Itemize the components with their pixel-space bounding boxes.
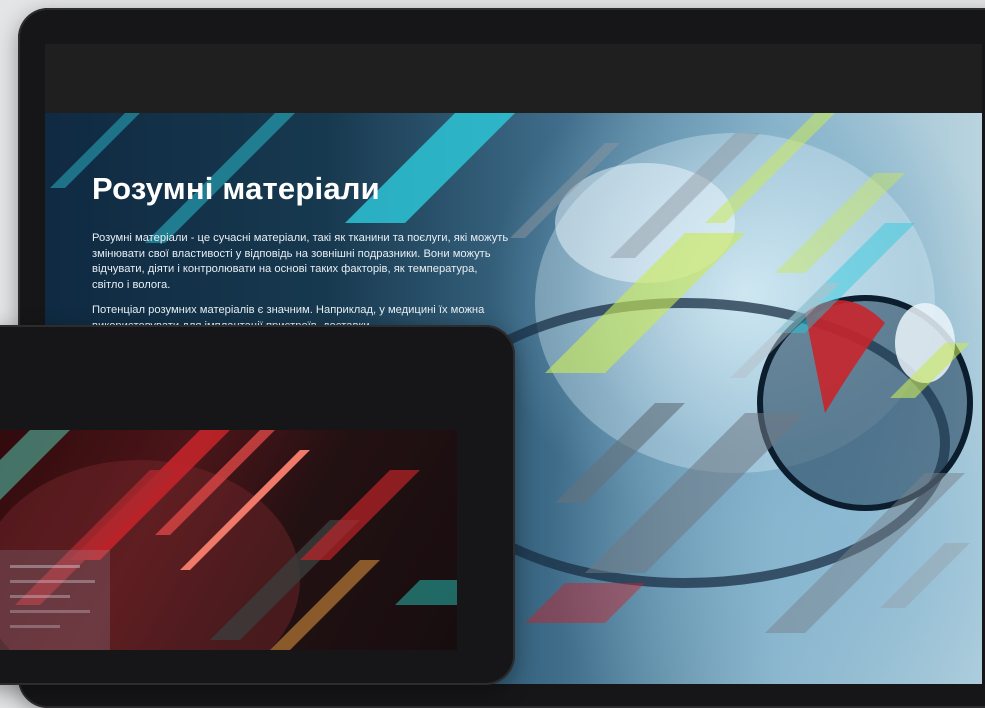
front-artwork bbox=[0, 430, 457, 650]
tablet-device-front bbox=[0, 325, 515, 685]
hero-title: Розумні матеріали bbox=[92, 171, 380, 206]
hero-paragraph: Розумні матеріали - це сучасні матеріали… bbox=[92, 232, 509, 291]
tablet-screen-front bbox=[0, 430, 457, 650]
screen-top-bar bbox=[45, 44, 982, 113]
